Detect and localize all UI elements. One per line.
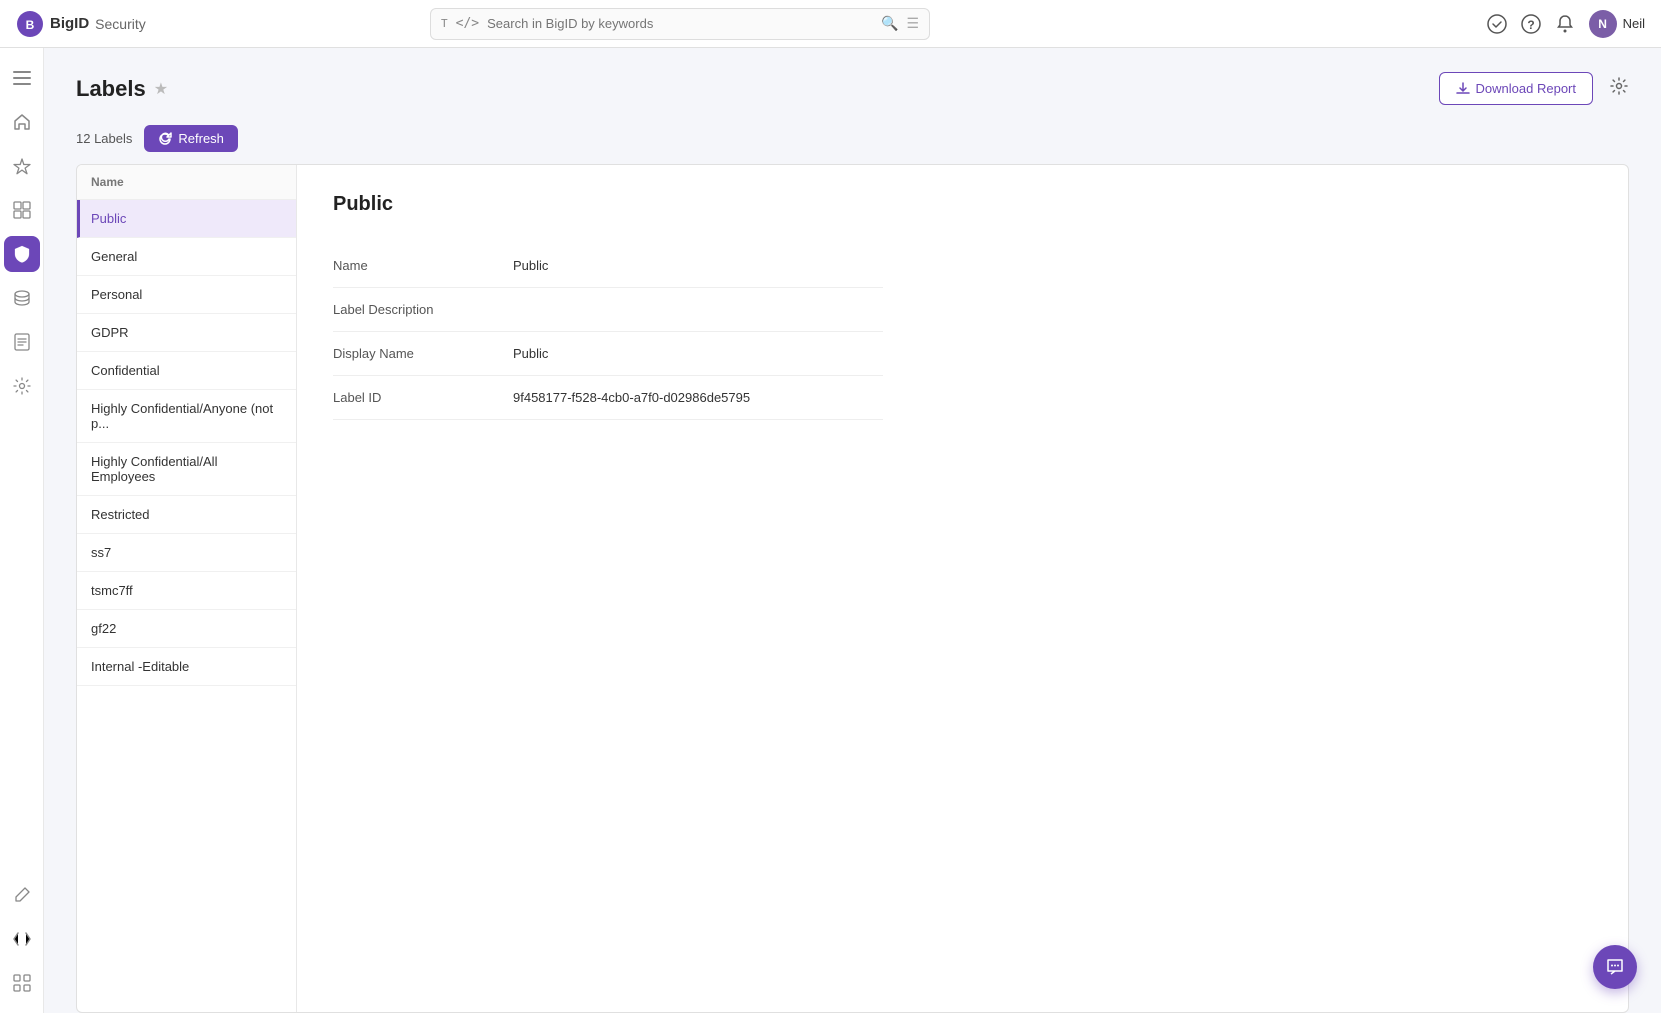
favorite-star-icon[interactable]: ★ [154,79,168,99]
detail-value [513,288,883,332]
label-item[interactable]: Highly Confidential/All Employees [77,443,296,496]
detail-table: NamePublicLabel DescriptionDisplay NameP… [333,244,883,420]
label-item[interactable]: General [77,238,296,276]
detail-value: 9f458177-f528-4cb0-a7f0-d02986de5795 [513,376,883,420]
avatar: N [1589,10,1617,38]
help-icon[interactable]: ? [1521,14,1541,34]
labels-count: 12 Labels [76,127,132,150]
labels-toolbar: 12 Labels Refresh [76,125,1629,152]
detail-row: NamePublic [333,244,883,288]
label-item[interactable]: Confidential [77,352,296,390]
detail-label: Name [333,244,513,288]
app-name: BigID [50,15,89,32]
detail-label: Label ID [333,376,513,420]
label-item[interactable]: tsmc7ff [77,572,296,610]
navbar-right: ? N Neil [1487,10,1645,38]
detail-row: Label Description [333,288,883,332]
icon-sidebar [0,48,44,1013]
sidebar-item-favorites[interactable] [4,148,40,184]
chat-fab[interactable] [1593,945,1637,989]
logo: B BigID Security [16,10,146,38]
check-circle-icon[interactable] [1487,14,1507,34]
download-report-button[interactable]: Download Report [1439,72,1593,105]
main-layout: Labels ★ Download Report 12 Labels Refre… [0,48,1661,1013]
download-icon [1456,82,1470,96]
code-icon: </> [456,16,479,31]
text-icon: T [441,17,448,30]
refresh-button[interactable]: Refresh [144,125,238,152]
sidebar-item-security[interactable] [4,236,40,272]
search-icon[interactable]: 🔍 [881,15,898,32]
page-header: Labels ★ Download Report [76,72,1629,105]
sidebar-item-settings[interactable] [4,368,40,404]
content-area: Labels ★ Download Report 12 Labels Refre… [44,48,1661,1013]
sidebar-item-code[interactable] [4,921,40,957]
detail-row: Display NamePublic [333,332,883,376]
label-item[interactable]: Highly Confidential/Anyone (not p... [77,390,296,443]
detail-row: Label ID9f458177-f528-4cb0-a7f0-d02986de… [333,376,883,420]
label-item[interactable]: gf22 [77,610,296,648]
sidebar-item-dashboard[interactable] [4,192,40,228]
detail-label: Display Name [333,332,513,376]
user-name: Neil [1623,16,1645,31]
sidebar-item-pen[interactable] [4,877,40,913]
notification-icon[interactable] [1555,14,1575,34]
search-input[interactable] [487,16,873,31]
label-item[interactable]: GDPR [77,314,296,352]
labels-list-header: Name [77,165,296,200]
label-item[interactable]: Public [77,200,296,238]
page-title-row: Labels ★ [76,76,168,102]
detail-value: Public [513,332,883,376]
sidebar-item-grid[interactable] [4,965,40,1001]
sidebar-item-home[interactable] [4,104,40,140]
detail-panel: Public NamePublicLabel DescriptionDispla… [297,165,1628,1012]
refresh-icon [158,132,172,146]
sidebar-item-reports[interactable] [4,324,40,360]
label-item[interactable]: Personal [77,276,296,314]
navbar: B BigID Security T </> 🔍 ☰ ? N Neil [0,0,1661,48]
labels-list: Name PublicGeneralPersonalGDPRConfidenti… [77,165,297,1012]
product-name: Security [95,16,146,32]
detail-value: Public [513,244,883,288]
search-bar[interactable]: T </> 🔍 ☰ [430,8,930,40]
page-title: Labels [76,76,146,102]
sidebar-item-menu[interactable] [4,60,40,96]
page-settings-icon[interactable] [1609,76,1629,101]
sidebar-item-data[interactable] [4,280,40,316]
bigid-logo-icon: B [16,10,44,38]
detail-title: Public [333,193,1592,216]
label-item[interactable]: ss7 [77,534,296,572]
labels-panel: Name PublicGeneralPersonalGDPRConfidenti… [76,164,1629,1013]
filter-icon[interactable]: ☰ [906,15,919,32]
label-item[interactable]: Internal -Editable [77,648,296,686]
svg-text:?: ? [1527,18,1534,32]
label-item[interactable]: Restricted [77,496,296,534]
user-menu[interactable]: N Neil [1589,10,1645,38]
detail-label: Label Description [333,288,513,332]
svg-text:B: B [26,18,35,32]
